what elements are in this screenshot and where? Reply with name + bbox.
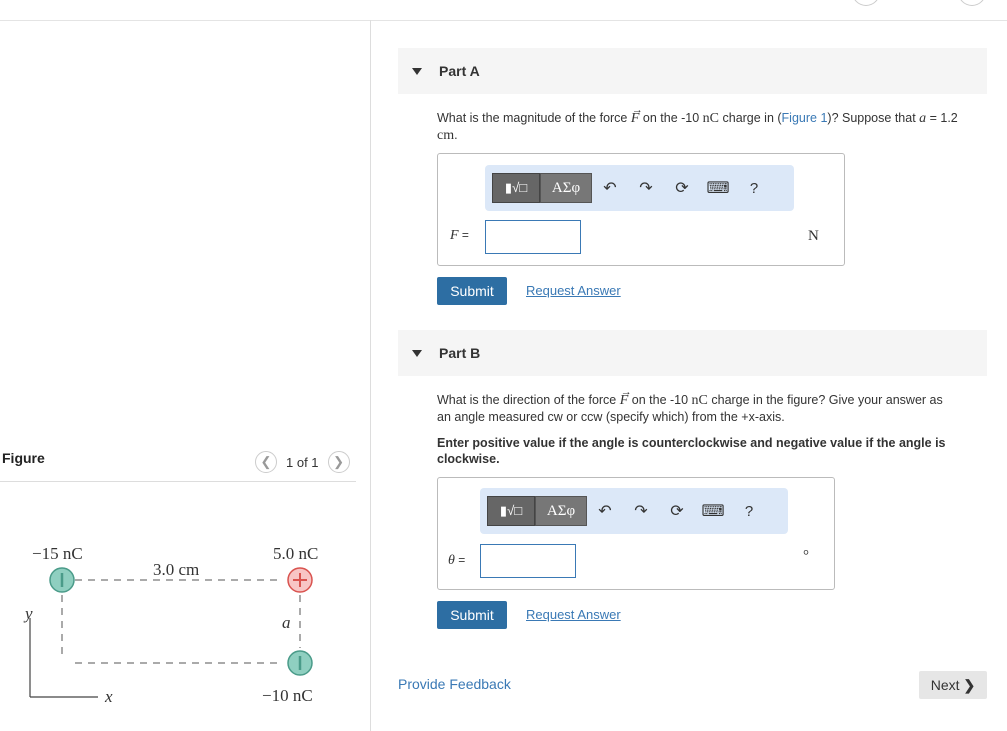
chevron-left-icon[interactable]: ❮ — [255, 451, 277, 473]
chevron-right-icon[interactable]: ❯ — [327, 451, 350, 473]
figure-link[interactable]: Figure 1 — [782, 111, 828, 125]
part-b-header[interactable]: Part B — [398, 330, 987, 376]
label-y-axis: y — [23, 604, 33, 623]
positive-charge-q2 — [287, 567, 313, 593]
part-a-submit-button[interactable]: Submit — [437, 277, 507, 305]
part-a-field-label: F = — [450, 228, 469, 243]
part-b-instruction: Enter positive value if the angle is cou… — [437, 436, 946, 466]
part-a-unit: N — [808, 228, 819, 244]
force-vector-symbol: F → — [619, 386, 632, 408]
negative-charge-q3 — [287, 650, 313, 676]
label-a: a — [282, 613, 291, 632]
part-b-submit-button[interactable]: Submit — [437, 601, 507, 629]
undo-icon[interactable]: ↶ — [587, 496, 623, 526]
negative-charge-q1 — [49, 567, 75, 593]
part-a-request-answer-link[interactable]: Request Answer — [526, 283, 621, 298]
pager-text: 1 of 1 — [286, 454, 319, 470]
label-x-axis: x — [104, 687, 113, 706]
next-button[interactable]: Next ❯ — [919, 671, 987, 699]
label-q3: −10 nC — [262, 686, 313, 705]
part-b-request-answer-link[interactable]: Request Answer — [526, 607, 621, 622]
keyboard-icon[interactable]: ⌨ — [695, 496, 731, 526]
part-b-answer-input[interactable] — [480, 544, 576, 578]
reset-icon[interactable]: ⟳ — [664, 173, 700, 203]
reset-icon[interactable]: ⟳ — [659, 496, 695, 526]
collapse-triangle-icon — [412, 349, 422, 357]
undo-icon[interactable]: ↶ — [592, 173, 628, 203]
part-b-field-label: θ = — [448, 553, 466, 568]
templates-button[interactable]: ▮√□ — [492, 173, 540, 203]
part-a-answer-input[interactable] — [485, 220, 581, 254]
top-circle-button[interactable] — [852, 0, 880, 6]
greek-symbols-button[interactable]: ΑΣφ — [535, 496, 587, 526]
part-a-math-toolbar: ▮√□ ΑΣφ ↶ ↷ ⟳ ⌨ ? — [485, 165, 794, 211]
part-a-title: Part A — [439, 63, 480, 79]
top-divider — [0, 20, 1007, 21]
part-b-math-toolbar: ▮√□ ΑΣφ ↶ ↷ ⟳ ⌨ ? — [480, 488, 788, 534]
top-circle-button[interactable] — [958, 0, 986, 6]
charge-diagram: −15 nC 5.0 nC −10 nC 3.0 cm a x y — [23, 544, 318, 706]
provide-feedback-link[interactable]: Provide Feedback — [398, 676, 511, 692]
help-button[interactable]: ? — [731, 496, 767, 526]
figure-rule — [0, 481, 356, 482]
templates-button[interactable]: ▮√□ — [487, 496, 535, 526]
label-distance: 3.0 cm — [153, 560, 199, 579]
part-b-unit: ° — [803, 548, 809, 564]
figure-title: Figure — [2, 450, 45, 466]
figure-pager: ❮ 1 of 1 ❯ — [255, 451, 350, 473]
next-label: Next — [930, 677, 960, 693]
collapse-triangle-icon — [412, 67, 422, 75]
part-a-header[interactable]: Part A — [398, 48, 987, 94]
redo-icon[interactable]: ↷ — [623, 496, 659, 526]
label-q1: −15 nC — [32, 544, 83, 563]
label-q2: 5.0 nC — [273, 544, 318, 563]
panel-divider — [370, 20, 371, 731]
chevron-right-icon: ❯ — [963, 676, 976, 693]
help-button[interactable]: ? — [736, 173, 772, 203]
part-b-title: Part B — [439, 345, 481, 361]
redo-icon[interactable]: ↷ — [628, 173, 664, 203]
force-vector-symbol: F → — [630, 104, 643, 126]
part-a-question: What is the magnitude of the force F → on… — [437, 104, 958, 143]
part-b-question: What is the direction of the force F → on… — [437, 386, 943, 424]
keyboard-icon[interactable]: ⌨ — [700, 173, 736, 203]
greek-symbols-button[interactable]: ΑΣφ — [540, 173, 592, 203]
